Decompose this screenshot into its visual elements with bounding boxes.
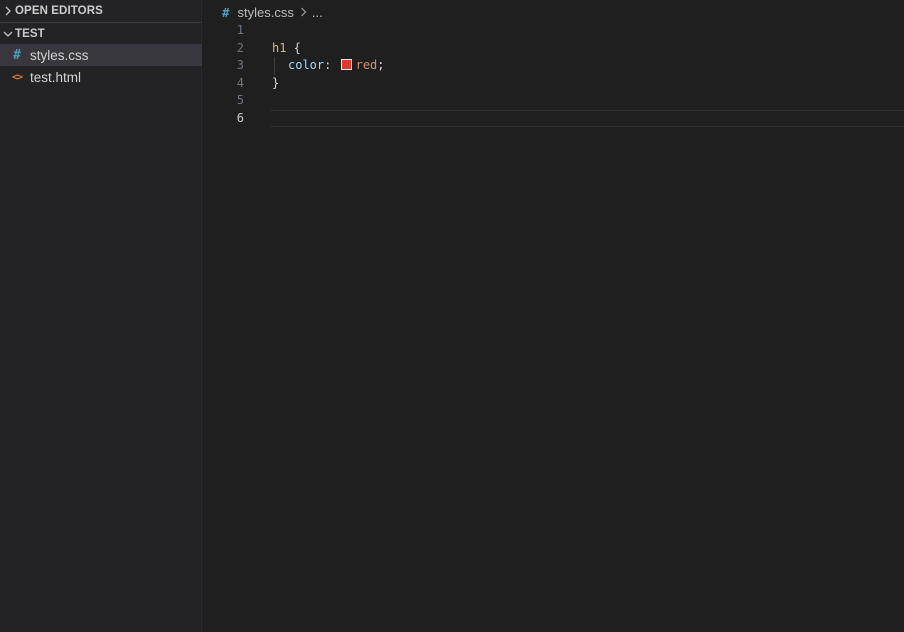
code-line[interactable]: 3 color: red; xyxy=(202,57,904,75)
line-number: 2 xyxy=(236,40,244,55)
open-editors-section-header[interactable]: OPEN EDITORS xyxy=(0,0,202,22)
code-line[interactable]: 5 xyxy=(202,92,904,110)
folder-section-header[interactable]: TEST xyxy=(0,23,202,45)
css-value: red xyxy=(355,58,378,72)
file-name: test.html xyxy=(30,69,82,85)
open-brace: { xyxy=(286,40,301,55)
breadcrumb: # styles.css ... xyxy=(222,2,323,22)
line-text: color: red; xyxy=(288,57,385,75)
code-line-current[interactable]: 6 xyxy=(202,110,904,128)
chevron-down-icon xyxy=(1,23,15,45)
editor-pane[interactable]: # styles.css ... 1 2 h1 { 3 color: red; … xyxy=(202,0,904,632)
chevron-right-icon xyxy=(1,0,15,22)
colon: : xyxy=(324,58,332,72)
line-number: 3 xyxy=(236,58,244,72)
line-number: 6 xyxy=(236,110,244,125)
chevron-right-icon xyxy=(300,7,307,17)
color-swatch-icon[interactable] xyxy=(340,59,352,70)
code-line[interactable]: 2 h1 { xyxy=(202,40,904,58)
code-line[interactable]: 1 xyxy=(202,22,904,40)
css-property: color xyxy=(288,58,325,72)
file-item-test-html[interactable]: <> test.html xyxy=(0,66,202,88)
css-selector: h1 xyxy=(272,40,287,55)
vscode-window: OPEN EDITORS TEST # styles.css <> test.h… xyxy=(0,0,904,632)
breadcrumb-ellipsis[interactable]: ... xyxy=(312,5,323,20)
line-text: h1 { xyxy=(272,40,301,58)
line-text: } xyxy=(272,75,279,93)
html-file-icon: <> xyxy=(11,71,23,83)
file-name: styles.css xyxy=(30,47,89,63)
css-file-icon: # xyxy=(222,4,230,20)
folder-label: TEST xyxy=(15,28,45,40)
close-brace: } xyxy=(272,75,280,90)
explorer-sidebar: OPEN EDITORS TEST # styles.css <> test.h… xyxy=(0,0,202,632)
code-line[interactable]: 4 } xyxy=(202,75,904,93)
file-item-styles-css[interactable]: # styles.css xyxy=(0,44,202,66)
open-editors-label: OPEN EDITORS xyxy=(15,5,103,17)
line-number: 5 xyxy=(236,93,244,107)
line-number: 1 xyxy=(236,23,244,37)
css-file-icon: # xyxy=(13,47,21,63)
line-number: 4 xyxy=(236,75,244,90)
semicolon: ; xyxy=(377,58,385,72)
breadcrumb-file[interactable]: styles.css xyxy=(238,5,294,20)
